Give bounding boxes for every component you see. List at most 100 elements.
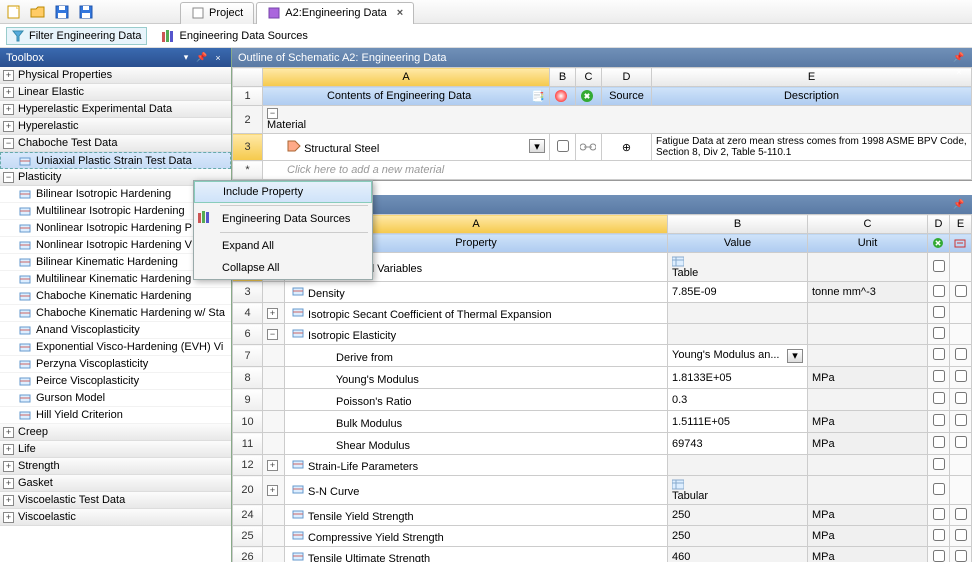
property-row[interactable]: 26 Tensile Ultimate Strength460MPa — [233, 547, 972, 562]
param-cell[interactable] — [950, 389, 972, 411]
expander-icon[interactable]: + — [3, 87, 14, 98]
expander-icon[interactable]: + — [3, 121, 14, 132]
menu-expand-all[interactable]: Expand All — [194, 235, 372, 257]
expander-icon[interactable]: − — [3, 172, 14, 183]
property-row[interactable]: 11 Shear Modulus69743MPa — [233, 433, 972, 455]
toolbox-item[interactable]: Peirce Viscoplasticity — [0, 373, 231, 390]
toolbox-item[interactable]: Exponential Visco-Hardening (EVH) Vi — [0, 339, 231, 356]
toolbox-section[interactable]: +Creep — [0, 424, 231, 441]
unit-cell[interactable]: MPa — [808, 505, 928, 526]
col-header-a[interactable]: A — [263, 68, 550, 87]
unit-cell[interactable]: MPa — [808, 526, 928, 547]
param-cell[interactable] — [950, 526, 972, 547]
property-name-cell[interactable]: Young's Modulus — [285, 367, 668, 389]
expander-icon[interactable]: − — [3, 138, 14, 149]
property-name-cell[interactable]: Strain-Life Parameters — [285, 455, 668, 476]
toolbox-section[interactable]: +Life — [0, 441, 231, 458]
add-material-placeholder[interactable]: Click here to add a new material — [263, 161, 972, 180]
suppress-checkbox[interactable] — [933, 260, 945, 272]
collapse-icon[interactable]: − — [267, 108, 278, 119]
param-cell[interactable] — [950, 324, 972, 345]
unit-cell[interactable]: MPa — [808, 547, 928, 562]
menu-engineering-data-sources[interactable]: Engineering Data Sources — [194, 208, 372, 230]
unit-cell[interactable] — [808, 345, 928, 367]
toolbox-section[interactable]: −Chaboche Test Data — [0, 135, 231, 152]
property-row[interactable]: 24 Tensile Yield Strength250MPa — [233, 505, 972, 526]
suppress-checkbox[interactable] — [933, 508, 945, 520]
col-header-e[interactable]: E — [950, 215, 972, 234]
col-header-b[interactable]: B — [550, 68, 576, 87]
param-checkbox[interactable] — [955, 550, 967, 562]
toolbox-section[interactable]: +Viscoelastic — [0, 509, 231, 526]
unit-cell[interactable] — [808, 455, 928, 476]
toolbox-item[interactable]: Hill Yield Criterion — [0, 407, 231, 424]
col-header-b[interactable]: B — [668, 215, 808, 234]
param-checkbox[interactable] — [955, 529, 967, 541]
param-checkbox[interactable] — [955, 414, 967, 426]
param-cell[interactable] — [950, 476, 972, 505]
suppress-checkbox[interactable] — [933, 348, 945, 360]
col-header-c[interactable]: C — [808, 215, 928, 234]
value-cell[interactable]: 0.3 — [668, 389, 808, 411]
pin-icon[interactable]: 📌 — [952, 198, 966, 212]
property-row[interactable]: 8 Young's Modulus1.8133E+05MPa — [233, 367, 972, 389]
param-checkbox[interactable] — [955, 508, 967, 520]
property-row[interactable]: 7 Derive fromYoung's Modulus an...▾ — [233, 345, 972, 367]
param-cell[interactable] — [950, 367, 972, 389]
property-name-cell[interactable]: Shear Modulus — [285, 433, 668, 455]
unit-cell[interactable]: MPa — [808, 433, 928, 455]
value-cell[interactable]: Tabular — [668, 476, 808, 505]
expander-icon[interactable]: + — [3, 478, 14, 489]
suppress-cell[interactable] — [928, 303, 950, 324]
param-cell[interactable] — [950, 345, 972, 367]
unit-cell[interactable]: MPa — [808, 367, 928, 389]
value-cell[interactable]: 1.8133E+05 — [668, 367, 808, 389]
property-name-cell[interactable]: Compressive Yield Strength — [285, 526, 668, 547]
suppress-cell[interactable] — [928, 282, 950, 303]
toolbox-section[interactable]: +Hyperelastic — [0, 118, 231, 135]
value-cell[interactable]: 250 — [668, 505, 808, 526]
description-cell[interactable]: Fatigue Data at zero mean stress comes f… — [652, 134, 972, 161]
unit-cell[interactable] — [808, 253, 928, 282]
suppress-cell[interactable] — [928, 526, 950, 547]
suppress-cell[interactable] — [928, 253, 950, 282]
toolbox-section[interactable]: +Viscoelastic Test Data — [0, 492, 231, 509]
link-cell[interactable] — [576, 134, 602, 161]
menu-include-property[interactable]: Include Property — [194, 181, 372, 203]
toolbox-section[interactable]: +Hyperelastic Experimental Data — [0, 101, 231, 118]
dropdown-icon[interactable]: ▾ — [179, 51, 193, 65]
param-checkbox[interactable] — [955, 436, 967, 448]
value-cell[interactable]: Young's Modulus an...▾ — [668, 345, 808, 367]
property-name-cell[interactable]: Density — [285, 282, 668, 303]
expander-icon[interactable]: + — [3, 444, 14, 455]
toolbox-item[interactable]: Chaboche Kinematic Hardening w/ Sta — [0, 305, 231, 322]
sort-icon[interactable]: 📑 — [531, 90, 545, 103]
param-cell[interactable] — [950, 253, 972, 282]
suppress-checkbox[interactable] — [933, 306, 945, 318]
value-cell[interactable]: 460 — [668, 547, 808, 562]
unit-cell[interactable] — [808, 324, 928, 345]
expander-icon[interactable]: + — [3, 104, 14, 115]
property-row[interactable]: 6− Isotropic Elasticity — [233, 324, 972, 345]
new-icon[interactable] — [4, 2, 24, 22]
property-name-cell[interactable]: S-N Curve — [285, 476, 668, 505]
param-cell[interactable] — [950, 433, 972, 455]
suppress-checkbox[interactable] — [933, 392, 945, 404]
pin-icon[interactable]: 📌 — [195, 51, 209, 65]
unit-cell[interactable] — [808, 303, 928, 324]
pin-icon[interactable]: 📌 — [952, 51, 966, 65]
property-row[interactable]: 25 Compressive Yield Strength250MPa — [233, 526, 972, 547]
suppress-checkbox[interactable] — [933, 327, 945, 339]
value-cell[interactable]: Table — [668, 253, 808, 282]
property-row[interactable]: 4+ Isotropic Secant Coefficient of Therm… — [233, 303, 972, 324]
param-cell[interactable] — [950, 303, 972, 324]
toolbox-section[interactable]: +Strength — [0, 458, 231, 475]
property-name-cell[interactable]: Isotropic Elasticity — [285, 324, 668, 345]
expand-cell[interactable]: − — [263, 324, 285, 345]
toolbox-item[interactable]: Gurson Model — [0, 390, 231, 407]
suppress-cell[interactable] — [928, 324, 950, 345]
suppress-cell[interactable] — [928, 411, 950, 433]
open-icon[interactable] — [28, 2, 48, 22]
param-cell[interactable] — [950, 505, 972, 526]
checkbox-cell[interactable] — [550, 134, 576, 161]
